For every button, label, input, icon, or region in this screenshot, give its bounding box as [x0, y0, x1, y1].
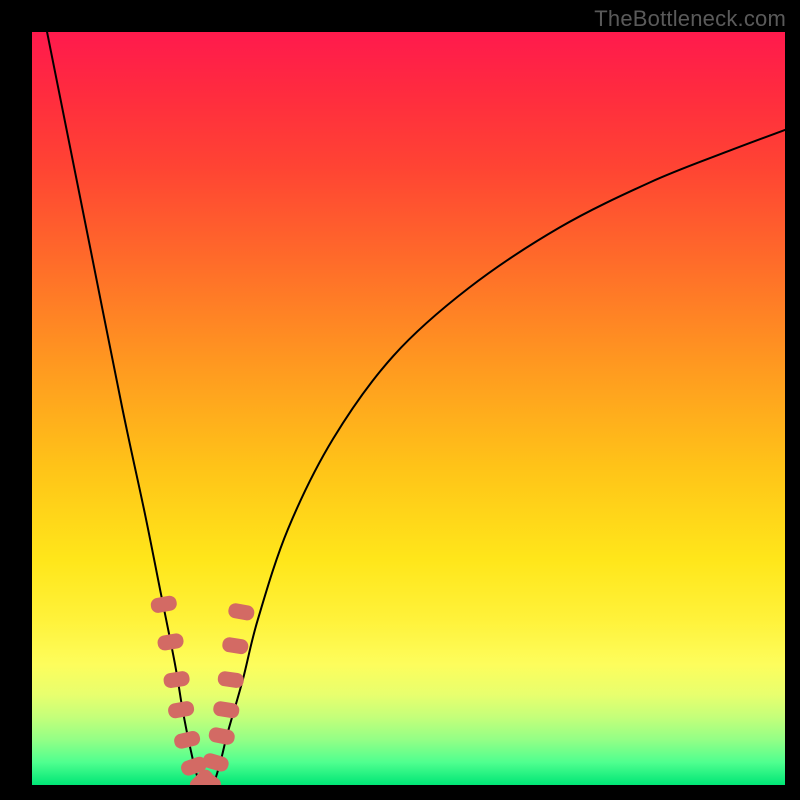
bottleneck-curve: [32, 32, 785, 785]
bead: [227, 602, 255, 621]
plot-area: [32, 32, 785, 785]
chart-svg: [32, 32, 785, 785]
bead: [173, 730, 202, 750]
bead: [221, 636, 249, 655]
bead: [156, 632, 184, 651]
bead: [150, 595, 178, 614]
chart-frame: TheBottleneck.com: [0, 0, 800, 800]
bead: [217, 670, 245, 688]
bead: [167, 700, 195, 719]
watermark-text: TheBottleneck.com: [594, 6, 786, 32]
bead: [208, 726, 236, 746]
bead: [163, 670, 191, 689]
